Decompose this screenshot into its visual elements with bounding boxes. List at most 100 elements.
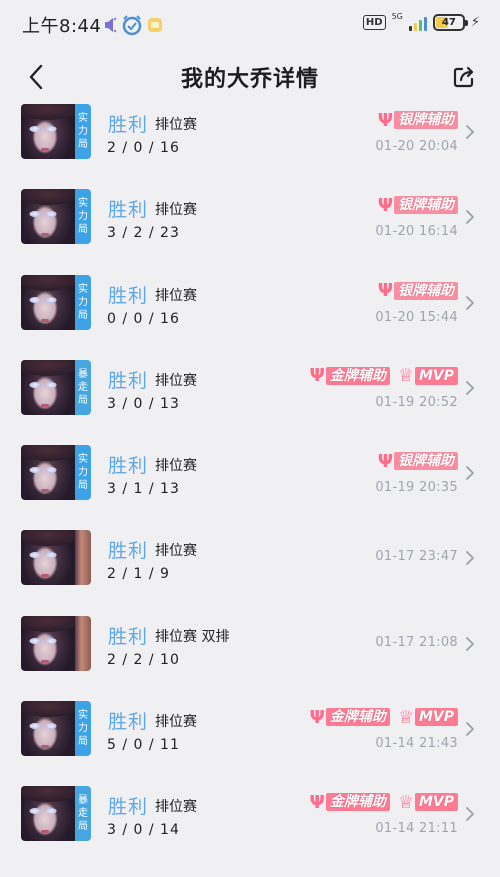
- page-title: 我的大乔详情: [180, 67, 319, 92]
- status-right: HD 5G 47 ⚡: [362, 12, 480, 31]
- match-kda: 2 / 1 / 9: [107, 566, 170, 583]
- avatar-side-strip: 实力局: [75, 189, 91, 245]
- match-tag: 实力局: [75, 445, 91, 501]
- match-mode: 排位赛: [155, 117, 197, 133]
- chevron-right-icon: [466, 551, 474, 566]
- hero-portrait: [21, 701, 79, 757]
- match-row[interactable]: 暴走局 胜利 排位赛 3 / 0 / 13 Ψ 金牌辅助 ♕ MVP 01-19 20:52: [0, 358, 500, 443]
- support-medal-badge: Ψ 金牌辅助: [309, 365, 390, 387]
- match-badges: Ψ 银牌辅助: [377, 194, 458, 216]
- signal-icon: [408, 15, 427, 31]
- battery-icon: 47: [432, 14, 468, 31]
- chevron-right-icon: [466, 295, 474, 310]
- match-badges: Ψ 金牌辅助 ♕ MVP: [309, 365, 458, 387]
- badge-label: 金牌辅助: [325, 793, 390, 812]
- match-mode: 排位赛: [155, 714, 197, 731]
- match-tag: 实力局: [75, 189, 91, 245]
- avatar-side-strip: 实力局: [75, 104, 91, 159]
- match-time: 01-20 15:44: [375, 309, 458, 325]
- match-kda: 2 / 0 / 16: [107, 140, 180, 156]
- match-time: 01-20 20:04: [375, 139, 458, 154]
- match-result: 胜利: [108, 455, 149, 478]
- trophy-icon: ♕: [397, 706, 414, 728]
- avatar-side-strip: [75, 615, 91, 671]
- match-mode: 排位赛: [155, 202, 197, 219]
- avatar-side-strip: 暴走局: [75, 786, 91, 842]
- speaker-icon: [103, 17, 117, 33]
- hero-avatar: 暴走局: [21, 786, 91, 842]
- status-time: 上午8:44: [22, 16, 102, 37]
- battery-level: 47: [441, 17, 456, 28]
- network-type: 5G: [391, 12, 403, 21]
- hero-avatar: [21, 530, 91, 586]
- match-mode: 排位赛: [155, 458, 197, 475]
- match-result: 胜利: [108, 796, 149, 819]
- trident-icon: Ψ: [309, 365, 325, 387]
- trophy-icon: ♕: [397, 791, 414, 813]
- badge-label: 银牌辅助: [394, 452, 458, 471]
- chevron-right-icon: [466, 380, 474, 395]
- hero-avatar: 实力局: [21, 445, 91, 501]
- match-time: 01-17 23:47: [375, 549, 458, 565]
- hero-avatar: 实力局: [21, 189, 91, 245]
- match-badges: Ψ 金牌辅助 ♕ MVP: [309, 791, 458, 813]
- avatar-side-strip: 实力局: [75, 701, 91, 757]
- badge-label: MVP: [414, 366, 458, 385]
- match-kda: 2 / 2 / 10: [107, 651, 180, 668]
- hero-portrait: [21, 359, 79, 415]
- hero-avatar: [21, 615, 91, 671]
- hd-badge: HD: [362, 15, 386, 30]
- match-result: 胜利: [108, 199, 149, 222]
- support-medal-badge: Ψ 金牌辅助: [309, 791, 390, 813]
- chevron-right-icon: [466, 807, 474, 822]
- trident-icon: Ψ: [377, 194, 393, 216]
- trident-icon: Ψ: [309, 706, 325, 728]
- match-mode: 排位赛: [155, 287, 197, 304]
- mvp-badge: ♕ MVP: [397, 791, 458, 813]
- share-icon: [453, 66, 474, 88]
- match-result: 胜利: [108, 540, 149, 563]
- badge-label: 银牌辅助: [394, 196, 458, 215]
- back-button[interactable]: [22, 62, 50, 92]
- match-result: 胜利: [108, 284, 149, 307]
- match-mode: 排位赛: [155, 543, 197, 560]
- status-bar: 上午8:44 HD 5G 47 ⚡: [0, 0, 500, 50]
- chevron-right-icon: [466, 722, 474, 736]
- match-badges: Ψ 银牌辅助: [377, 450, 458, 472]
- avatar-side-strip: 实力局: [75, 445, 91, 501]
- trident-icon: Ψ: [377, 450, 393, 472]
- hero-avatar: 实力局: [21, 104, 91, 159]
- badge-label: 银牌辅助: [394, 281, 458, 300]
- support-medal-badge: Ψ 银牌辅助: [377, 450, 458, 472]
- match-row[interactable]: 实力局 胜利 排位赛 2 / 0 / 16 Ψ 银牌辅助 01-20 20:04: [0, 102, 500, 187]
- hero-avatar: 实力局: [21, 701, 91, 757]
- charging-icon: ⚡: [470, 15, 480, 30]
- hero-portrait: [21, 530, 79, 586]
- match-row[interactable]: 胜利 排位赛 双排 2 / 2 / 10 01-17 21:08: [0, 614, 500, 699]
- match-time: 01-20 16:14: [375, 224, 458, 240]
- match-row[interactable]: 实力局 胜利 排位赛 3 / 1 / 13 Ψ 银牌辅助 01-19 20:35: [0, 443, 500, 528]
- match-tag: 实力局: [75, 274, 91, 330]
- trident-icon: Ψ: [309, 791, 325, 813]
- match-result: 胜利: [108, 625, 149, 648]
- match-row[interactable]: 暴走局 胜利 排位赛 3 / 0 / 14 Ψ 金牌辅助 ♕ MVP 01-14 21:11: [0, 784, 500, 869]
- chevron-left-icon: [29, 64, 43, 90]
- match-row[interactable]: 胜利 排位赛 2 / 1 / 9 01-17 23:47: [0, 528, 500, 613]
- match-row[interactable]: 实力局 胜利 排位赛 0 / 0 / 16 Ψ 银牌辅助 01-20 15:44: [0, 273, 500, 358]
- alarm-icon: [121, 14, 143, 36]
- match-result: 胜利: [108, 711, 149, 734]
- hero-portrait: [21, 615, 79, 671]
- match-time: 01-14 21:11: [375, 821, 458, 837]
- chevron-right-icon: [466, 210, 474, 225]
- share-button[interactable]: [450, 63, 478, 91]
- match-tag: 暴走局: [75, 359, 91, 415]
- match-result: 胜利: [108, 114, 149, 136]
- match-list: 实力局胜利 排位赛 2 / 0 / 16 Ψ 银牌辅助 01-20 20:04 实力局胜利排…: [0, 102, 500, 870]
- match-time: 01-14 21:43: [375, 736, 458, 752]
- chevron-right-icon: [466, 636, 474, 651]
- match-row[interactable]: 实力局 胜利 排位赛 5 / 0 / 11 Ψ 金牌辅助 ♕ MVP 01-14 21:43: [0, 699, 500, 784]
- match-kda: 0 / 0 / 16: [107, 310, 180, 327]
- match-row[interactable]: 实力局 胜利 排位赛 3 / 2 / 23 Ψ 银牌辅助 01-20 16:14: [0, 187, 500, 272]
- match-tag: 实力局: [75, 701, 91, 757]
- match-mode: 排位赛 双排: [155, 628, 230, 645]
